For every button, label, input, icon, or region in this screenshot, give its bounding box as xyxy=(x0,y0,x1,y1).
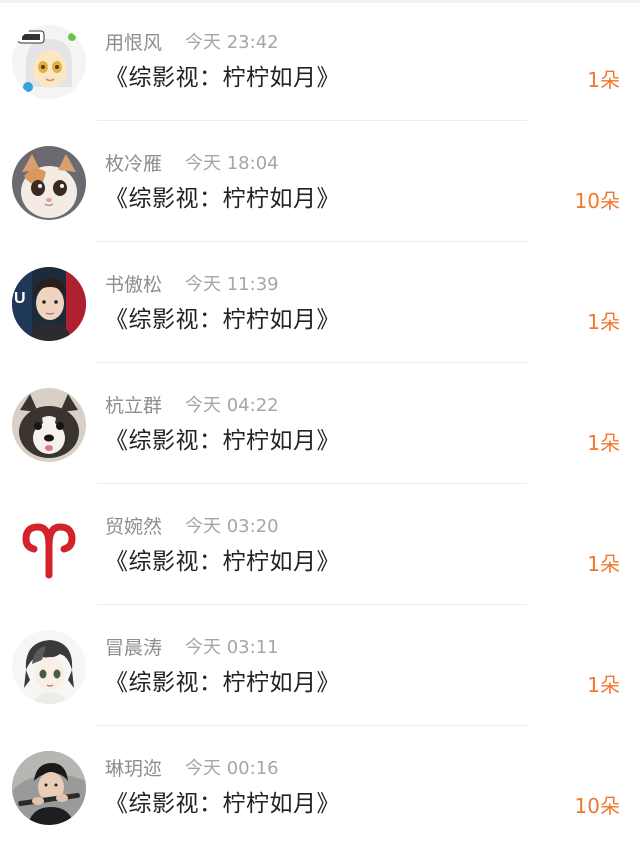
flower-count: 1朵 xyxy=(587,552,620,576)
book-title[interactable]: 《综影视：柠柠如月》 xyxy=(105,425,340,457)
timestamp: 今天 00:16 xyxy=(185,758,279,779)
list-item[interactable]: 用恨风 今天 23:42 《综影视：柠柠如月》 1朵 xyxy=(0,0,640,121)
sender-name[interactable]: 冒晨涛 xyxy=(105,635,162,661)
list-item[interactable]: 琳玥迩 今天 00:16 《综影视：柠柠如月》 10朵 xyxy=(0,726,640,847)
timestamp: 今天 18:04 xyxy=(185,153,279,174)
list-item[interactable]: U 书傲松 今天 11:39 《综影视：柠柠如月》 1朵 xyxy=(0,242,640,363)
sender-name[interactable]: 用恨风 xyxy=(105,30,162,56)
book-title[interactable]: 《综影视：柠柠如月》 xyxy=(105,304,340,336)
sender-name[interactable]: 贸婉然 xyxy=(105,514,162,540)
list-item[interactable]: 枚冷雁 今天 18:04 《综影视：柠柠如月》 10朵 xyxy=(0,121,640,242)
timestamp: 今天 03:20 xyxy=(185,516,279,537)
book-title[interactable]: 《综影视：柠柠如月》 xyxy=(105,788,340,820)
list-item[interactable]: 贸婉然 今天 03:20 《综影视：柠柠如月》 1朵 xyxy=(0,484,640,605)
flower-count: 10朵 xyxy=(574,189,620,213)
timestamp: 今天 03:11 xyxy=(185,637,279,658)
sender-name[interactable]: 琳玥迩 xyxy=(105,756,162,782)
flower-count: 1朵 xyxy=(587,673,620,697)
timestamp: 今天 11:39 xyxy=(185,274,279,295)
puppy-avatar[interactable] xyxy=(12,388,86,462)
kitten-avatar[interactable] xyxy=(12,146,86,220)
anime-boy-avatar[interactable] xyxy=(12,630,86,704)
sender-name[interactable]: 杭立群 xyxy=(105,393,162,419)
man-portrait-avatar[interactable]: U xyxy=(12,267,86,341)
book-title[interactable]: 《综影视：柠柠如月》 xyxy=(105,183,340,215)
flower-count: 1朵 xyxy=(587,310,620,334)
flute-player-avatar[interactable] xyxy=(12,751,86,825)
flower-count: 10朵 xyxy=(574,794,620,818)
anime-girl-avatar[interactable] xyxy=(12,25,86,99)
list-item[interactable]: 杭立群 今天 04:22 《综影视：柠柠如月》 1朵 xyxy=(0,363,640,484)
sender-name[interactable]: 枚冷雁 xyxy=(105,151,162,177)
flower-count: 1朵 xyxy=(587,431,620,455)
aries-symbol-avatar[interactable] xyxy=(12,509,86,583)
flower-count: 1朵 xyxy=(587,68,620,92)
sender-name[interactable]: 书傲松 xyxy=(105,272,162,298)
timestamp: 今天 23:42 xyxy=(185,32,279,53)
timestamp: 今天 04:22 xyxy=(185,395,279,416)
book-title[interactable]: 《综影视：柠柠如月》 xyxy=(105,62,340,94)
svg-text:U: U xyxy=(14,290,26,307)
book-title[interactable]: 《综影视：柠柠如月》 xyxy=(105,667,340,699)
book-title[interactable]: 《综影视：柠柠如月》 xyxy=(105,546,340,578)
list-item[interactable]: 冒晨涛 今天 03:11 《综影视：柠柠如月》 1朵 xyxy=(0,605,640,726)
